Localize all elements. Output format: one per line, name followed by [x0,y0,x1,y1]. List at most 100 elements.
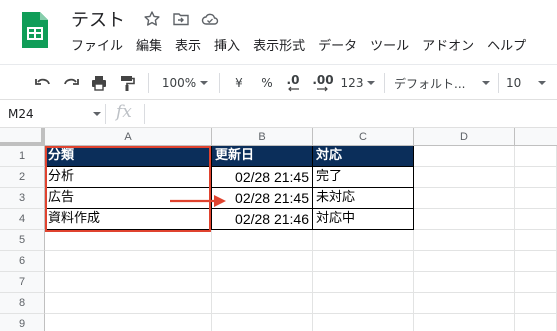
row-header-1[interactable]: 1 [0,146,45,167]
column-header-d[interactable]: D [414,128,515,146]
column-header-a[interactable]: A [45,128,212,146]
cell-c5[interactable] [313,230,414,251]
cell-d2[interactable] [414,167,515,188]
cell-d8[interactable] [414,293,515,314]
cell-b9[interactable] [212,314,313,331]
cell-e4[interactable] [515,209,557,230]
cell-e6[interactable] [515,251,557,272]
cell-a6[interactable] [45,251,212,272]
cell-d1[interactable] [414,146,515,167]
cell-d7[interactable] [414,272,515,293]
menu-view[interactable]: 表示 [175,38,201,56]
font-family-value: デフォルト... [394,76,466,91]
menu-addons[interactable]: アドオン [422,38,474,56]
currency-label: ¥ [235,76,243,90]
toolbar-separator [498,73,499,93]
font-family-select[interactable]: デフォルト... [394,71,490,95]
cell-e1[interactable] [515,146,557,167]
percent-format-button[interactable]: % [256,71,278,95]
cell-d6[interactable] [414,251,515,272]
zoom-select[interactable]: 100% [160,71,210,95]
star-icon[interactable] [143,10,161,28]
row-header-3[interactable]: 3 [0,188,45,209]
row-header-7[interactable]: 7 [0,272,45,293]
cell-c3[interactable]: 未対応 [313,188,414,209]
cell-a9[interactable] [45,314,212,331]
column-header-c[interactable]: C [313,128,414,146]
decrease-decimal-button[interactable]: .0 [280,71,306,95]
cell-b6[interactable] [212,251,313,272]
currency-format-button[interactable]: ¥ [228,71,250,95]
paint-format-icon [121,76,135,91]
menu-data[interactable]: データ [318,38,357,56]
cell-e7[interactable] [515,272,557,293]
cell-e8[interactable] [515,293,557,314]
cell-d4[interactable] [414,209,515,230]
number-format-select[interactable]: 123 [340,71,376,95]
menu-tools[interactable]: ツール [370,38,409,56]
cell-b8[interactable] [212,293,313,314]
cell-c6[interactable] [313,251,414,272]
cell-e3[interactable] [515,188,557,209]
cell-b1[interactable]: 更新日 [212,146,313,167]
font-size-select[interactable]: 10 [506,71,546,95]
cell-c4[interactable]: 対応中 [313,209,414,230]
zoom-value: 100% [161,76,197,90]
row-header-8[interactable]: 8 [0,293,45,314]
print-icon [92,76,106,91]
column-header-e[interactable] [515,128,557,146]
toolbar-separator [384,73,385,93]
menu-edit[interactable]: 編集 [136,38,162,56]
chevron-down-icon [482,81,490,85]
chevron-down-icon [538,81,546,85]
sheets-logo-icon[interactable] [20,10,50,50]
chevron-down-icon [200,81,209,85]
cell-b5[interactable] [212,230,313,251]
font-size-value: 10 [506,76,522,90]
paint-format-button[interactable] [116,71,138,95]
cell-d9[interactable] [414,314,515,331]
cell-a5[interactable] [45,230,212,251]
annotation-arrow-icon [170,195,226,207]
cell-e2[interactable] [515,167,557,188]
cell-a7[interactable] [45,272,212,293]
row-header-2[interactable]: 2 [0,167,45,188]
formula-bar: M24 fx [0,100,557,128]
cloud-saved-icon[interactable] [201,10,219,28]
row-header-4[interactable]: 4 [0,209,45,230]
cell-c9[interactable] [313,314,414,331]
toolbar-separator [148,73,149,93]
row-header-6[interactable]: 6 [0,251,45,272]
menu-format[interactable]: 表示形式 [253,38,305,56]
annotation-highlight-box [45,146,211,232]
increase-decimal-button[interactable]: .00 [310,71,336,95]
formula-bar-separator [144,104,145,124]
document-title[interactable]: テスト [71,6,125,32]
name-box[interactable]: M24 [6,104,98,124]
cell-e9[interactable] [515,314,557,331]
undo-button[interactable] [32,71,54,95]
select-all-corner[interactable] [0,128,45,146]
menu-insert[interactable]: 挿入 [214,38,240,56]
redo-button[interactable] [60,71,82,95]
menu-help[interactable]: ヘルプ [487,38,526,56]
cell-c7[interactable] [313,272,414,293]
column-header-b[interactable]: B [212,128,313,146]
cell-c2[interactable]: 完了 [313,167,414,188]
row-header-5[interactable]: 5 [0,230,45,251]
arrow-right-icon [317,86,328,92]
cell-c8[interactable] [313,293,414,314]
cell-b7[interactable] [212,272,313,293]
cell-b4[interactable]: 02/28 21:46 [212,209,313,230]
print-button[interactable] [88,71,110,95]
cell-e5[interactable] [515,230,557,251]
row-header-9[interactable]: 9 [0,314,45,331]
cell-b2[interactable]: 02/28 21:45 [212,167,313,188]
cell-c1[interactable]: 対応 [313,146,414,167]
cell-d3[interactable] [414,188,515,209]
menu-file[interactable]: ファイル [71,38,123,56]
cell-a8[interactable] [45,293,212,314]
chevron-down-icon[interactable] [93,112,101,116]
move-to-folder-icon[interactable] [172,10,190,28]
cell-d5[interactable] [414,230,515,251]
